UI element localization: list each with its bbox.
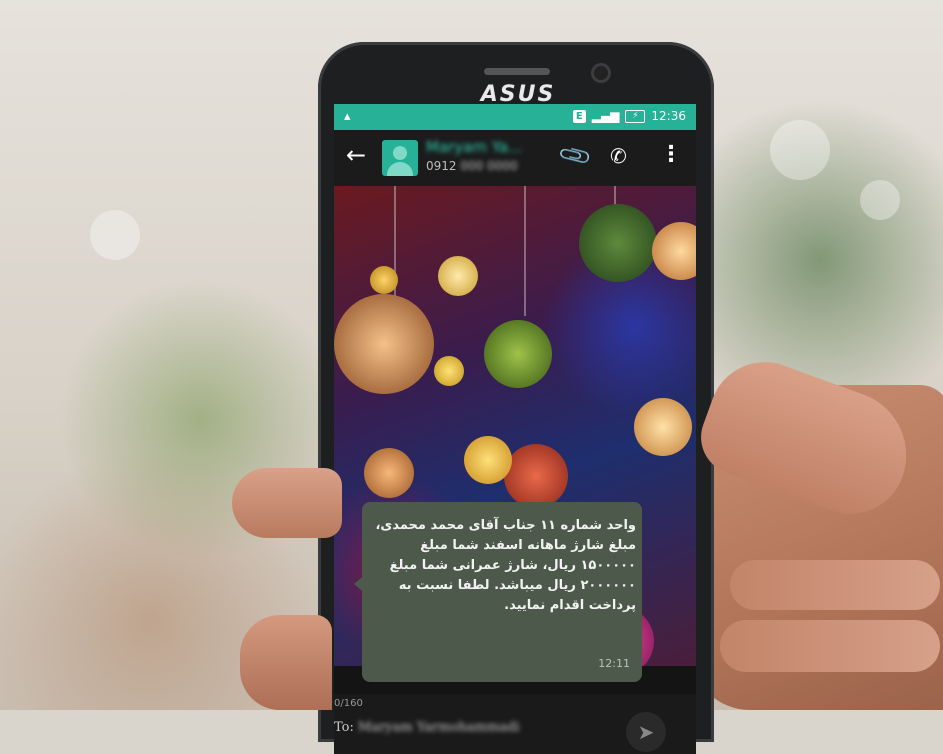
front-camera bbox=[594, 66, 608, 80]
lantern-string bbox=[524, 186, 526, 316]
lantern-warm bbox=[364, 448, 414, 498]
network-type-badge: E bbox=[572, 109, 586, 123]
battery-charging-icon: ⚡ bbox=[625, 109, 646, 123]
lantern-yellow bbox=[438, 256, 478, 296]
more-vert-icon[interactable]: ⋮ bbox=[660, 142, 682, 167]
recipient-label: To: bbox=[334, 720, 354, 735]
message-text: واحد شماره ۱۱ جناب آقای محمد محمدی، مبلغ… bbox=[375, 518, 636, 613]
hand-finger bbox=[730, 560, 940, 610]
bokeh-light bbox=[860, 180, 900, 220]
compose-area: 0/160 To: Maryam Yarmohammadi ➤ bbox=[334, 694, 696, 754]
send-icon: ➤ bbox=[637, 720, 655, 744]
phone-device: ASUS ▴ E ▂▄▆ ⚡ 12:36 ← Maryam Ya... 0912… bbox=[318, 42, 714, 754]
contact-number-prefix: 0912 bbox=[426, 159, 457, 173]
lantern-yellow bbox=[370, 266, 398, 294]
lantern-green bbox=[484, 320, 552, 388]
paperclip-icon[interactable]: 📎 bbox=[557, 138, 594, 174]
recipient-value: Maryam Yarmohammadi bbox=[358, 720, 520, 735]
hand-finger-left bbox=[232, 468, 342, 538]
contact-avatar[interactable] bbox=[382, 140, 418, 176]
status-bar: ▴ E ▂▄▆ ⚡ 12:36 bbox=[334, 104, 696, 130]
bokeh-light bbox=[90, 210, 140, 260]
status-right-group: E ▂▄▆ ⚡ 12:36 bbox=[572, 109, 686, 123]
notification-icon: ▴ bbox=[344, 109, 351, 124]
phone-screen: ▴ E ▂▄▆ ⚡ 12:36 ← Maryam Ya... 0912 000 … bbox=[334, 104, 696, 754]
signal-icon: ▂▄▆ bbox=[591, 109, 620, 123]
contact-name[interactable]: Maryam Ya... bbox=[426, 138, 522, 156]
phone-icon[interactable]: ✆ bbox=[610, 144, 627, 168]
back-arrow-icon[interactable]: ← bbox=[346, 141, 366, 169]
conversation-app-bar: ← Maryam Ya... 0912 000 0000 📎 ✆ ⋮ bbox=[334, 130, 696, 186]
character-counter: 0/160 bbox=[334, 698, 363, 709]
recipient-field[interactable]: To: Maryam Yarmohammadi bbox=[334, 720, 520, 735]
lantern-yellow bbox=[464, 436, 512, 484]
lantern-red bbox=[504, 444, 568, 508]
hand-finger bbox=[720, 620, 940, 672]
contact-number-rest: 000 0000 bbox=[460, 159, 518, 173]
message-time: 12:11 bbox=[598, 657, 630, 670]
lantern-warm bbox=[334, 294, 434, 394]
avatar-body bbox=[387, 162, 413, 176]
lantern-warm bbox=[634, 398, 692, 456]
hand-finger-left bbox=[240, 615, 332, 710]
speaker-grille bbox=[484, 68, 550, 75]
avatar-head bbox=[393, 146, 407, 160]
status-time: 12:36 bbox=[651, 109, 686, 123]
lantern-green bbox=[579, 204, 657, 282]
contact-number: 0912 000 0000 bbox=[426, 159, 518, 173]
bokeh-light bbox=[770, 120, 830, 180]
send-button[interactable]: ➤ bbox=[626, 712, 666, 752]
message-bubble[interactable]: واحد شماره ۱۱ جناب آقای محمد محمدی، مبلغ… bbox=[362, 502, 642, 682]
lantern-warm bbox=[652, 222, 696, 280]
lantern-yellow bbox=[434, 356, 464, 386]
